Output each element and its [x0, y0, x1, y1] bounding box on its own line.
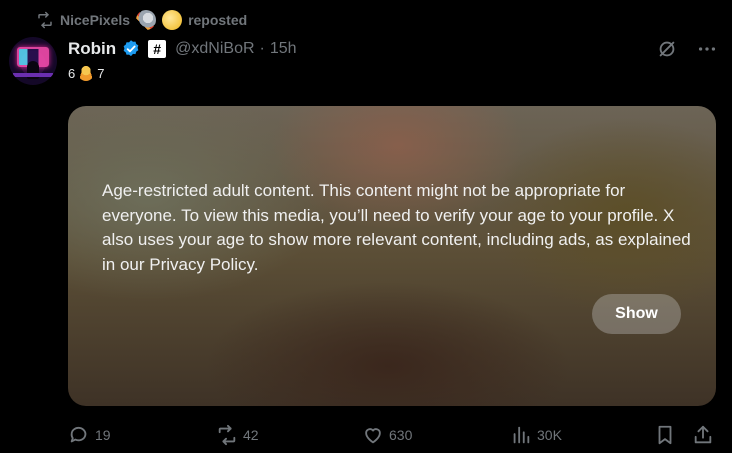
repost-count: 42 — [243, 427, 259, 443]
post-header: Robin # @xdNiBoR · 15h — [68, 38, 297, 60]
like-count: 630 — [389, 427, 413, 443]
like-button[interactable]: 630 — [362, 423, 412, 447]
person-emoji — [78, 65, 95, 81]
post-top-actions — [656, 38, 718, 60]
bookmark-button[interactable] — [654, 423, 676, 447]
repost-icon — [38, 11, 52, 29]
age-restriction-notice: Age-restricted adult content. This conte… — [102, 181, 691, 274]
repost-header: NicePixels reposted — [36, 10, 247, 30]
post-text-left: 6 — [68, 65, 76, 81]
avatar[interactable] — [9, 37, 57, 85]
author-name[interactable]: Robin — [68, 39, 116, 59]
bookmark-icon — [658, 425, 672, 445]
verified-badge-icon[interactable] — [121, 39, 141, 59]
post-text-right: 7 — [97, 65, 105, 81]
reply-button[interactable]: 19 — [68, 423, 111, 447]
grok-icon[interactable] — [656, 38, 678, 60]
share-button[interactable] — [692, 423, 714, 447]
author-handle[interactable]: @xdNiBoR — [175, 40, 254, 58]
rocket-emoji — [136, 10, 157, 30]
post-text: 6 7 — [68, 65, 104, 81]
moon-emoji — [162, 10, 183, 30]
action-bar: 19 42 630 30K — [0, 423, 732, 447]
reply-icon — [70, 426, 87, 443]
repost-button[interactable]: 42 — [216, 423, 259, 447]
show-button[interactable]: Show — [592, 294, 681, 334]
repost-user[interactable]: NicePixels — [60, 12, 130, 28]
more-options-icon[interactable] — [696, 38, 718, 60]
share-icon — [694, 425, 712, 444]
separator-dot: · — [259, 40, 265, 57]
post-time[interactable]: 15h — [270, 40, 297, 58]
reply-count: 19 — [95, 427, 111, 443]
repost-icon — [218, 424, 236, 446]
repost-label: reposted — [188, 12, 248, 28]
heart-icon — [365, 428, 381, 444]
affiliate-badge[interactable]: # — [148, 40, 167, 58]
views-button[interactable]: 30K — [510, 423, 562, 447]
analytics-icon — [513, 426, 530, 444]
view-count: 30K — [537, 427, 562, 443]
age-restricted-media: Age-restricted adult content. This conte… — [68, 106, 716, 406]
